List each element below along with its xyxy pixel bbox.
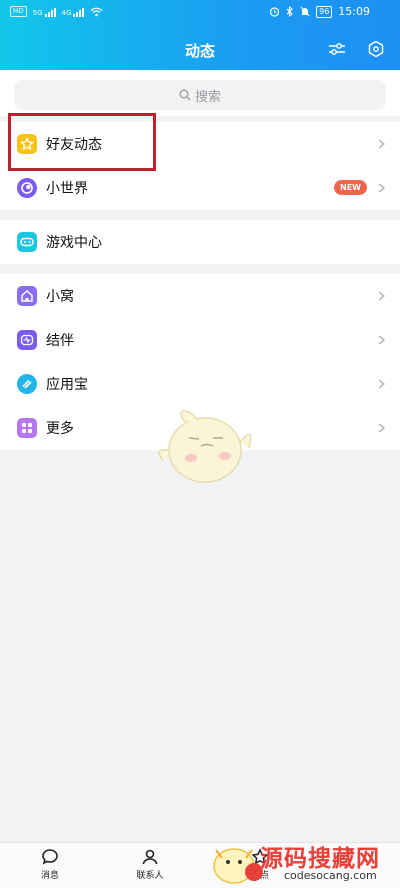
status-bar: HD 5G 4G 96 15:09	[0, 0, 400, 26]
menu-item-game-center[interactable]: 游戏中心	[0, 220, 400, 264]
search-input[interactable]: 搜索	[14, 80, 386, 110]
tab-messages[interactable]: 消息	[20, 847, 80, 881]
chevron-right-icon	[378, 423, 386, 433]
new-badge: NEW	[334, 180, 367, 195]
alarm-icon	[270, 7, 280, 17]
app-store-icon	[17, 374, 37, 394]
chevron-right-icon	[378, 379, 386, 389]
hd-indicator: HD	[10, 6, 27, 17]
signal-4g: 4G	[62, 7, 85, 17]
search-bar-container: 搜索	[0, 70, 400, 116]
watermark-subtext: codesocang.com	[284, 869, 377, 882]
wave-icon	[17, 330, 37, 350]
menu-item-label: 好友动态	[46, 137, 102, 153]
section-games: 游戏中心	[0, 220, 400, 264]
mascot-watermark-icon	[158, 410, 252, 483]
menu-item-label: 结伴	[46, 333, 74, 349]
tab-contacts[interactable]: 联系人	[120, 847, 180, 881]
menu-item-label: 小世界	[46, 181, 88, 197]
site-watermark: 源码搜藏网 codesocang.com	[200, 836, 400, 888]
watermark-logo-icon	[213, 848, 263, 884]
menu-item-label: 游戏中心	[46, 235, 102, 251]
signal-5g: 5G	[33, 7, 56, 17]
bluetooth-icon	[286, 6, 293, 17]
search-placeholder: 搜索	[194, 89, 221, 105]
battery-indicator: 96	[316, 5, 333, 18]
filter-icon[interactable]	[326, 38, 348, 60]
menu-item-companion[interactable]: 结伴	[0, 318, 400, 362]
person-icon	[142, 849, 158, 865]
hexagon-settings-icon[interactable]	[365, 38, 387, 60]
chevron-right-icon	[378, 139, 386, 149]
house-icon	[17, 286, 37, 306]
clock: 15:09	[338, 5, 370, 18]
menu-item-nest[interactable]: 小窝	[0, 274, 400, 318]
header: HD 5G 4G 96 15:09 动态	[0, 0, 400, 70]
wifi-icon	[91, 7, 103, 16]
tab-label: 消息	[40, 871, 59, 881]
menu-item-friend-feed[interactable]: 好友动态	[0, 122, 400, 166]
chevron-right-icon	[378, 183, 386, 193]
mute-icon	[300, 6, 310, 17]
small-world-icon	[17, 178, 37, 198]
star-icon	[17, 134, 37, 154]
watermark-text: 源码搜藏网	[260, 846, 380, 872]
gamepad-icon	[17, 232, 37, 252]
chevron-right-icon	[378, 291, 386, 301]
menu-item-label: 应用宝	[46, 377, 88, 393]
grid-icon	[17, 418, 37, 438]
search-icon	[179, 89, 191, 101]
chevron-right-icon	[378, 335, 386, 345]
section-social: 好友动态 小世界 NEW	[0, 122, 400, 210]
menu-item-label: 小窝	[46, 289, 74, 305]
menu-item-app-store[interactable]: 应用宝	[0, 362, 400, 406]
menu-item-label: 更多	[46, 421, 74, 437]
tab-label: 联系人	[136, 871, 164, 881]
chat-bubble-icon	[42, 849, 58, 865]
menu-item-small-world[interactable]: 小世界 NEW	[0, 166, 400, 210]
